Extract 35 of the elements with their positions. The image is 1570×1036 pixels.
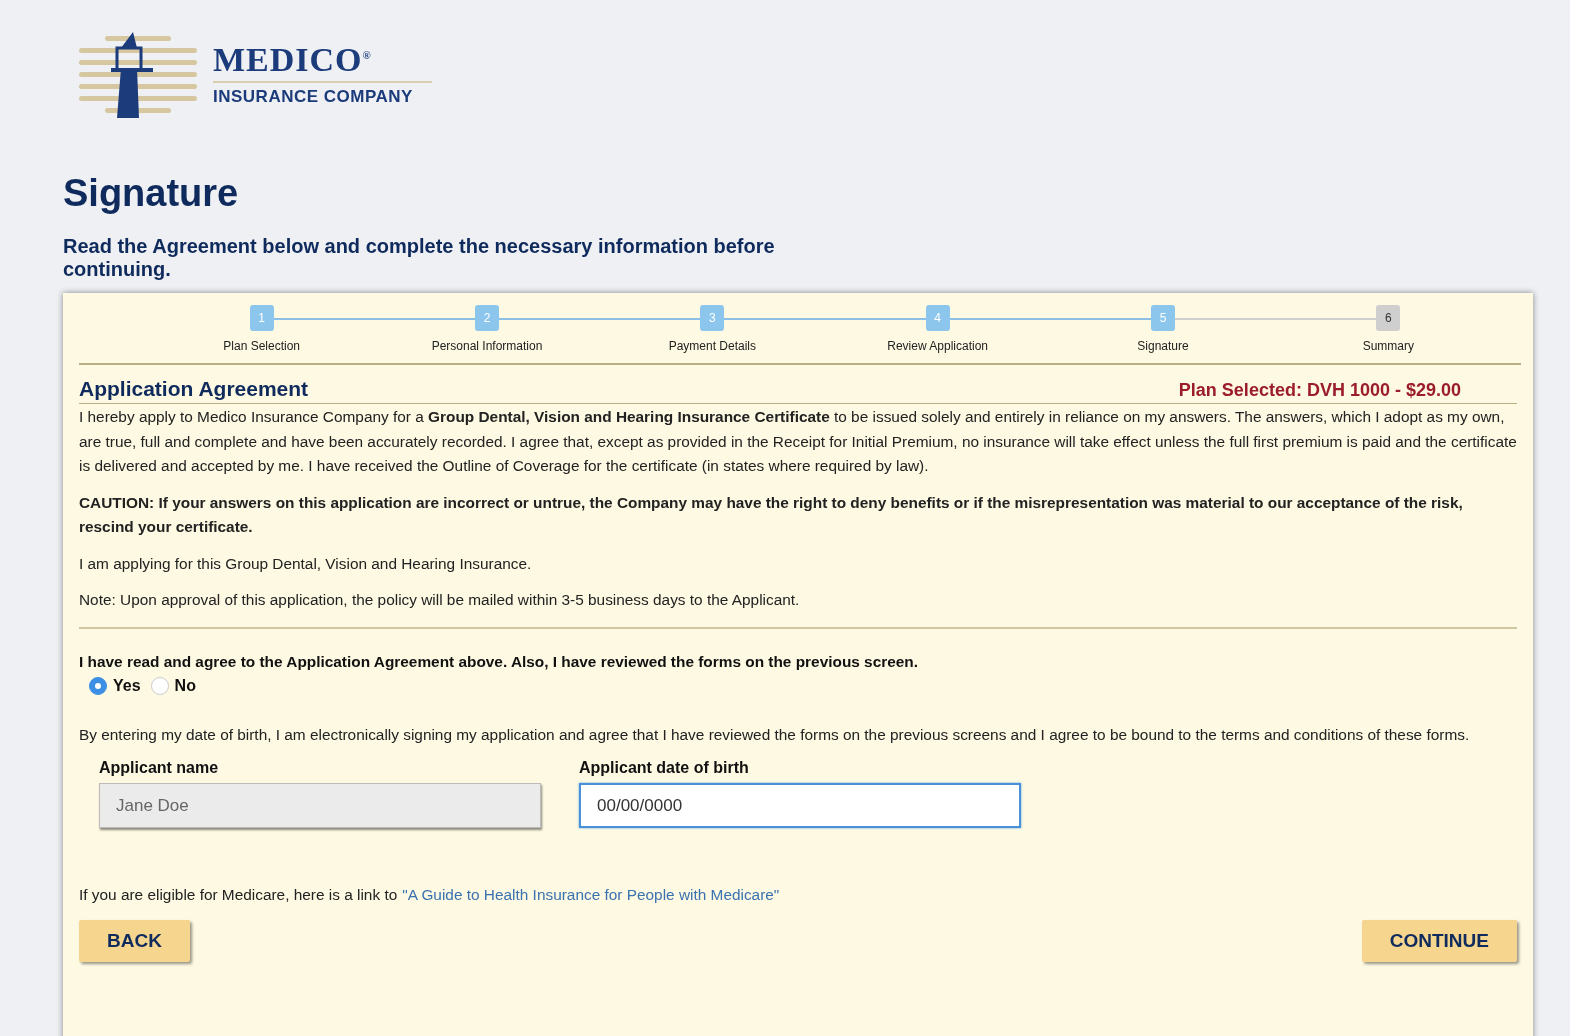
radio-option[interactable]: Yes [89,676,141,695]
radio-icon[interactable] [89,676,107,695]
consent-question: I have read and agree to the Application Agreement above. Also, I have reviewed the forms on the previous screen. [79,652,920,671]
agreement-paragraph: Note: Upon approval of this application, the policy will be mailed within 3-5 business days to the Applicant. [79,590,801,610]
section-title: Application Agreement [79,377,309,401]
page-subtitle: Read the Agreement below and complete the necessary information before continuing. [63,235,776,281]
back-button[interactable]: BACK [79,920,190,962]
agreement-paragraph: I hereby apply to Medico Insurance Company for a Group Dental, Vision and Hearing Insurance Certificate to be issued solely and entirely in reliance on my answers. The answers, which I adopt as my own, are true, full and complete and have been accurately recorded. I agree that, except as provided in the Receipt for Initial Premium, no insurance will take effect unless the full first premium is paid and the certificate is delivered and accepted by me. I have received the Outline of Coverage for the certificate (in states where required by law). [79,407,1517,476]
continue-button[interactable]: CONTINUE [1361,920,1517,962]
step-number: 2 [475,305,499,331]
step-number: 5 [1151,305,1175,331]
step-number: 3 [700,305,725,331]
radio-option[interactable]: No [150,676,196,695]
agreement-paragraph: CAUTION: If your answers on this application are incorrect or untrue, the Company may have the right to deny benefits or if the misrepresentation was material to our acceptance of the risk, rescind your certificate. [79,492,1464,537]
step-number: 4 [925,305,950,331]
company-name: MEDICO$^{®}$ [213,41,432,83]
step-label: Personal Information [431,339,543,353]
field-label: Applicant date of birth [579,759,750,777]
plan-selected: Plan Selected: DVH 1000 - $29.00 [1178,380,1461,401]
page-title: Signature [63,172,240,215]
signature-statement: By entering my date of birth, I am electronically signing my application and agree that I have reviewed the forms on the previous screens and I agree to be bound to the terms and conditions of these forms. [79,724,1471,745]
step-label: Signature [1137,339,1189,353]
step-label: Review Application [887,339,988,353]
medicare-text: If you are eligible for Medicare, here is a link to [79,886,398,904]
step-label: Payment Details [668,339,756,353]
agreement-paragraph: I am applying for this Group Dental, Vision and Hearing Insurance. [79,553,533,574]
step-label: Summary [1362,339,1414,353]
field-label: Applicant name [99,759,220,777]
radio-icon[interactable] [150,676,169,695]
medicare-guide-link[interactable]: "A Guide to Health Insurance for People with Medicare" [402,886,780,904]
company-tagline: INSURANCE COMPANY [213,87,414,107]
step-number: 1 [249,305,274,331]
step-number: 6 [1376,305,1401,331]
step-label: Plan Selection [223,339,300,353]
text-input-field[interactable]: 00/00/0000 [579,783,1021,828]
